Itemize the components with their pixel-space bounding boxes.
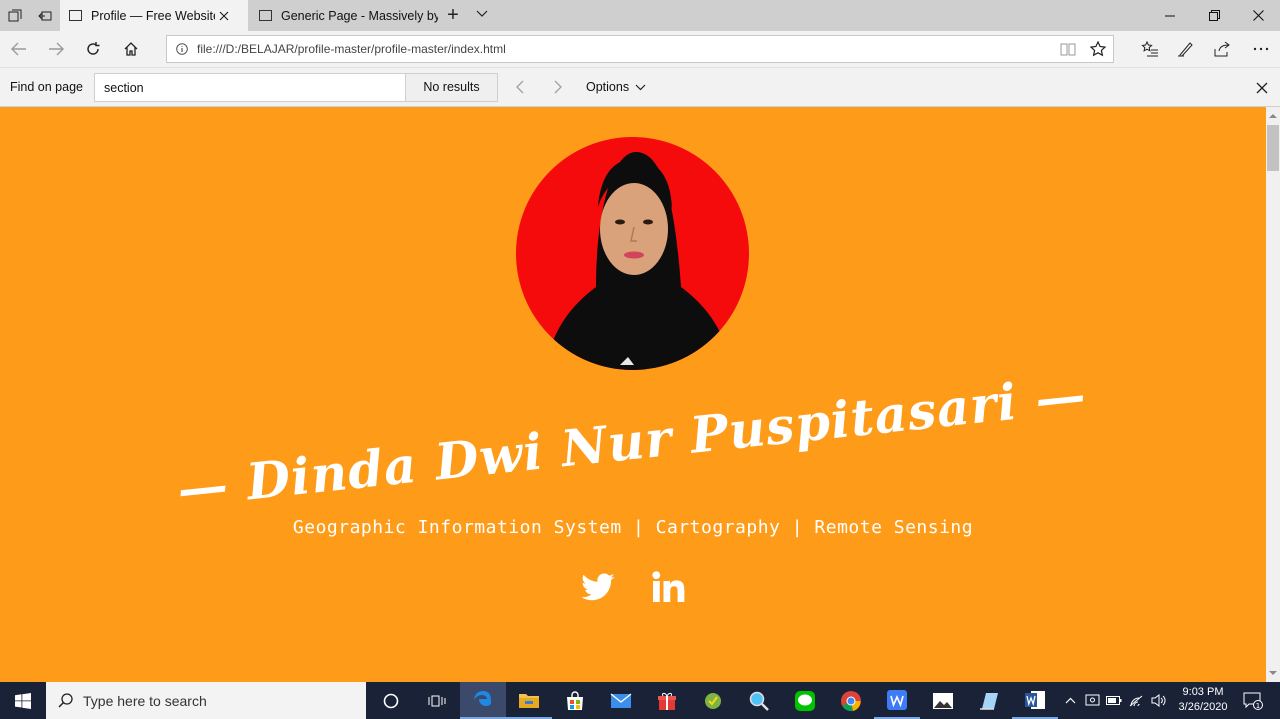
favorite-star-icon[interactable] bbox=[1083, 41, 1113, 57]
refresh-icon[interactable] bbox=[82, 38, 104, 60]
tab-strip: Profile — Free Website T Generic Page - … bbox=[0, 0, 1280, 31]
info-icon[interactable] bbox=[167, 43, 197, 55]
url-text: file:///D:/BELAJAR/profile-master/profil… bbox=[197, 42, 506, 56]
twitter-icon[interactable] bbox=[580, 569, 616, 605]
scroll-up-icon[interactable] bbox=[1266, 109, 1280, 121]
profile-tagline: Geographic Information System | Cartogra… bbox=[292, 517, 974, 538]
page-scrollbar[interactable] bbox=[1266, 107, 1280, 682]
tab-profile[interactable]: Profile — Free Website T bbox=[60, 0, 248, 31]
page-icon bbox=[259, 10, 272, 21]
set-aside-tabs-icon[interactable] bbox=[35, 6, 55, 26]
taskbar-search-placeholder: Type here to search bbox=[83, 692, 207, 709]
find-results-count: No results bbox=[405, 73, 498, 102]
mail-icon[interactable] bbox=[598, 682, 644, 719]
next-result-icon[interactable] bbox=[548, 77, 568, 97]
tab-title: Profile — Free Website T bbox=[91, 8, 215, 23]
wifi-icon[interactable] bbox=[1126, 682, 1146, 719]
chevron-down-icon bbox=[635, 84, 646, 90]
battery-icon[interactable] bbox=[1104, 682, 1124, 719]
restore-button[interactable] bbox=[1192, 0, 1236, 31]
address-bar[interactable]: file:///D:/BELAJAR/profile-master/profil… bbox=[166, 35, 1114, 63]
profile-photo bbox=[516, 137, 749, 370]
find-label: Find on page bbox=[10, 80, 83, 94]
tab-manager-icon[interactable] bbox=[5, 6, 25, 26]
qgis-icon[interactable] bbox=[690, 682, 736, 719]
notifications-icon[interactable]: 1 bbox=[1238, 682, 1268, 719]
find-input[interactable]: section bbox=[94, 73, 405, 102]
windows-start-icon[interactable] bbox=[0, 682, 46, 719]
back-icon[interactable] bbox=[8, 38, 30, 60]
scroll-down-icon[interactable] bbox=[1266, 667, 1280, 679]
notebook-app-icon[interactable] bbox=[966, 682, 1012, 719]
chrome-icon[interactable] bbox=[828, 682, 874, 719]
edge-browser-icon[interactable] bbox=[460, 682, 506, 719]
profile-page: — Dinda Dwi Nur Puspitasari — Geographic… bbox=[0, 107, 1266, 682]
taskbar-clock[interactable]: 9:03 PM 3/26/2020 bbox=[1170, 685, 1236, 715]
address-toolbar: file:///D:/BELAJAR/profile-master/profil… bbox=[0, 31, 1280, 67]
cortana-icon[interactable] bbox=[368, 682, 414, 719]
social-links bbox=[0, 569, 1266, 605]
wps-writer-icon[interactable] bbox=[874, 682, 920, 719]
tab-title: Generic Page - Massively by bbox=[281, 8, 438, 23]
tab-generic-page[interactable]: Generic Page - Massively by bbox=[250, 0, 438, 31]
task-view-icon[interactable] bbox=[414, 682, 460, 719]
favorites-list-icon[interactable] bbox=[1138, 38, 1162, 60]
microsoft-store-icon[interactable] bbox=[552, 682, 598, 719]
scrollbar-thumb[interactable] bbox=[1267, 125, 1279, 171]
chevron-up-icon[interactable] bbox=[1060, 682, 1080, 719]
more-menu-icon[interactable] bbox=[1249, 38, 1273, 60]
search-app-icon[interactable] bbox=[736, 682, 782, 719]
find-on-page-bar: Find on page section No results Options bbox=[0, 67, 1280, 107]
linkedin-icon[interactable] bbox=[650, 569, 686, 605]
reading-view-icon[interactable] bbox=[1053, 43, 1083, 56]
find-options-button[interactable]: Options bbox=[586, 80, 646, 94]
gift-app-icon[interactable] bbox=[644, 682, 690, 719]
new-tab-button[interactable]: + bbox=[443, 5, 463, 25]
forward-icon[interactable] bbox=[45, 38, 67, 60]
clock-time: 9:03 PM bbox=[1182, 686, 1224, 698]
find-options-label: Options bbox=[586, 80, 630, 94]
close-window-button[interactable] bbox=[1236, 0, 1280, 31]
taskbar-search-box[interactable]: Type here to search bbox=[46, 682, 366, 719]
page-icon bbox=[69, 10, 82, 21]
photos-icon[interactable] bbox=[920, 682, 966, 719]
share-icon[interactable] bbox=[1210, 38, 1234, 60]
home-icon[interactable] bbox=[120, 38, 142, 60]
taskbar: Type here to search 9:03 PM 3/26/2020 1 bbox=[0, 682, 1280, 719]
volume-icon[interactable] bbox=[1148, 682, 1168, 719]
close-find-icon[interactable] bbox=[1252, 78, 1272, 98]
web-note-icon[interactable] bbox=[1174, 38, 1198, 60]
file-explorer-icon[interactable] bbox=[506, 682, 552, 719]
chevron-down-icon[interactable] bbox=[474, 5, 490, 25]
line-app-icon[interactable] bbox=[782, 682, 828, 719]
notification-count: 1 bbox=[1256, 701, 1260, 709]
clock-date: 3/26/2020 bbox=[1178, 701, 1228, 713]
device-icon[interactable] bbox=[1082, 682, 1102, 719]
word-icon[interactable] bbox=[1012, 682, 1058, 719]
search-icon bbox=[58, 693, 73, 708]
previous-result-icon[interactable] bbox=[510, 77, 530, 97]
close-tab-icon[interactable] bbox=[215, 8, 233, 24]
profile-name: — Dinda Dwi Nur Puspitasari — bbox=[174, 364, 1090, 519]
minimize-button[interactable] bbox=[1148, 0, 1192, 31]
